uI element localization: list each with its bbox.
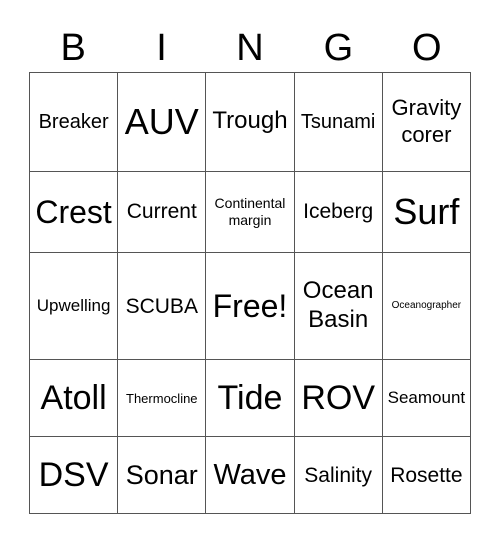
bingo-cell[interactable]: Crest — [28, 170, 119, 253]
bingo-cell[interactable]: Salinity — [293, 436, 383, 514]
header-letter: N — [236, 27, 264, 69]
bingo-cell[interactable]: Sonar — [117, 436, 207, 514]
bingo-cell[interactable]: Wave — [205, 436, 295, 514]
bingo-cell[interactable]: Seamount — [381, 359, 472, 438]
header-letter: G — [323, 27, 354, 69]
bingo-cell[interactable]: Atoll — [28, 359, 119, 438]
bingo-cell[interactable]: Ocean Basin — [293, 251, 383, 361]
bingo-row: Atoll Thermocline Tide ROV Seamount — [28, 359, 472, 438]
bingo-row: Breaker AUV Trough Tsunami Gravity corer — [28, 72, 472, 172]
bingo-cell[interactable]: Surf — [381, 170, 472, 253]
bingo-row: DSV Sonar Wave Salinity Rosette — [28, 436, 472, 514]
bingo-row: Crest Current Continental margin Iceberg Sur… — [28, 170, 472, 253]
bingo-cell[interactable]: Free! — [205, 251, 295, 361]
bingo-cell[interactable]: Tide — [205, 359, 295, 438]
bingo-cell[interactable]: Tsunami — [293, 72, 383, 172]
bingo-cell[interactable]: SCUBA — [117, 251, 207, 361]
header-letter: B — [60, 27, 86, 69]
bingo-cell[interactable]: Upwelling — [28, 251, 119, 361]
bingo-row: Upwelling SCUBA Free! Ocean Basin Oceanograp… — [28, 251, 472, 361]
bingo-cell[interactable]: DSV — [28, 436, 119, 514]
header-letter: I — [156, 27, 167, 69]
bingo-cell[interactable]: Gravity corer — [381, 72, 472, 172]
bingo-cell[interactable]: ROV — [293, 359, 383, 438]
bingo-grid: Breaker AUV Trough Tsunami Gravity corer Cres… — [28, 72, 472, 514]
bingo-cell[interactable]: Breaker — [28, 72, 119, 172]
header-letter: O — [411, 27, 442, 69]
bingo-cell[interactable]: Iceberg — [293, 170, 383, 253]
bingo-cell[interactable]: AUV — [117, 72, 207, 172]
bingo-cell[interactable]: Oceanographer — [381, 251, 472, 361]
bingo-header: B I N G O — [29, 26, 471, 70]
bingo-cell[interactable]: Thermocline — [117, 359, 207, 438]
bingo-cell[interactable]: Current — [117, 170, 207, 253]
bingo-cell[interactable]: Continental margin — [205, 170, 295, 253]
bingo-cell[interactable]: Rosette — [381, 436, 472, 514]
bingo-cell[interactable]: Trough — [205, 72, 295, 172]
